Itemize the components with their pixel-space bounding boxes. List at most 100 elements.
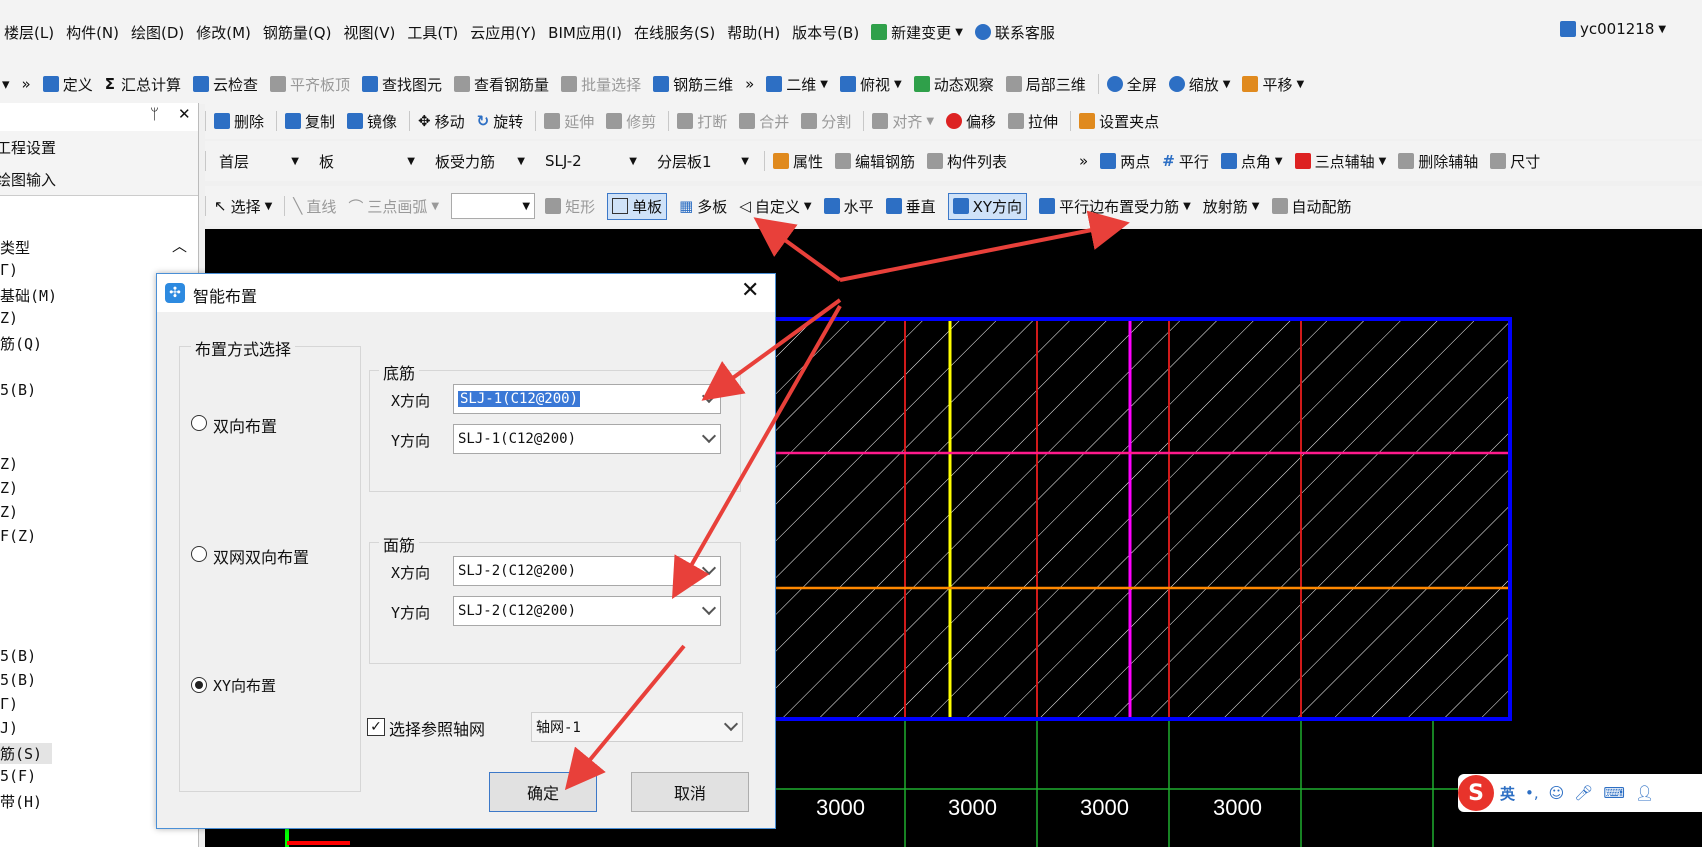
new-change-button[interactable]: 新建变更 ▼ bbox=[871, 22, 963, 43]
menu-rebar-qty[interactable]: 钢筋量(Q) bbox=[263, 22, 332, 43]
xy-direction-button[interactable]: XY方向 bbox=[947, 192, 1028, 220]
define-button[interactable]: 定义 bbox=[42, 74, 93, 95]
split-button[interactable]: 分割 bbox=[801, 111, 851, 132]
copy-button[interactable]: 复制 bbox=[285, 111, 335, 132]
properties-button[interactable]: 属性 bbox=[773, 151, 823, 172]
menu-cloud[interactable]: 云应用(Y) bbox=[470, 22, 536, 43]
view-rebar-button[interactable]: 查看钢筋量 bbox=[454, 74, 549, 95]
parallel-axis-button[interactable]: # 平行 bbox=[1162, 151, 1209, 172]
rotate-button[interactable]: ↻ 旋转 bbox=[477, 111, 524, 132]
rectangle-button[interactable]: 矩形 bbox=[545, 196, 595, 217]
menu-floor[interactable]: 楼层(L) bbox=[4, 22, 54, 43]
tree-item[interactable]: Γ) bbox=[0, 695, 18, 713]
tree-item[interactable]: 5(F) bbox=[0, 767, 36, 785]
vertical-button[interactable]: 垂直 bbox=[885, 196, 936, 217]
component-name-select[interactable]: SLJ-2 ▼ bbox=[540, 148, 642, 174]
bottom-x-select[interactable]: SLJ-1(C12@200) bbox=[453, 384, 721, 414]
fullscreen-button[interactable]: 全屏 bbox=[1106, 74, 1157, 95]
align-dropdown[interactable]: 对齐 ▼ bbox=[872, 111, 934, 132]
zoom-dropdown[interactable]: 缩放 ▼ bbox=[1168, 74, 1230, 95]
custom-dropdown[interactable]: ◁ 自定义 ▼ bbox=[739, 196, 811, 217]
extend-button[interactable]: 延伸 bbox=[544, 111, 594, 132]
menu-component[interactable]: 构件(N) bbox=[66, 22, 119, 43]
drawing-input-tab[interactable]: 绘图输入 bbox=[0, 163, 198, 196]
user-menu-icon[interactable]: 👤︎ bbox=[1635, 784, 1654, 802]
emoji-icon[interactable]: ☺ bbox=[1549, 784, 1565, 802]
set-grip-button[interactable]: 设置夹点 bbox=[1079, 111, 1159, 132]
point-angle-dropdown[interactable]: 点角 ▼ bbox=[1220, 151, 1283, 172]
select-dropdown[interactable]: ↖ 选择 ▼ bbox=[214, 196, 272, 217]
radial-rebar-dropdown[interactable]: 放射筋 ▼ bbox=[1203, 196, 1260, 217]
delete-button[interactable]: 删除 bbox=[214, 111, 264, 132]
ref-grid-select[interactable]: 轴网-1 bbox=[531, 712, 743, 742]
menu-modify[interactable]: 修改(M) bbox=[196, 22, 251, 43]
menu-help[interactable]: 帮助(H) bbox=[727, 22, 780, 43]
two-point-axis-button[interactable]: 两点 bbox=[1100, 151, 1150, 172]
layer-select[interactable]: 分层板1 ▼ bbox=[652, 148, 754, 174]
ime-toolbar[interactable]: S 英 •, ☺ 🎤︎ ⌨ 👤︎ bbox=[1458, 774, 1702, 812]
radio-double-net[interactable] bbox=[191, 546, 207, 562]
overflow-icon[interactable]: » bbox=[1079, 152, 1088, 170]
cloud-check-button[interactable]: 云检查 bbox=[193, 74, 258, 95]
component-list-button[interactable]: 构件列表 bbox=[927, 151, 1007, 172]
line-button[interactable]: ╲ 直线 bbox=[293, 196, 336, 217]
merge-button[interactable]: 合并 bbox=[739, 111, 789, 132]
delete-axis-button[interactable]: 删除辅轴 bbox=[1398, 151, 1478, 172]
tree-item[interactable]: 带(H) bbox=[0, 791, 42, 812]
tree-item[interactable]: J) bbox=[0, 719, 18, 737]
tree-item[interactable]: Z) bbox=[0, 503, 18, 521]
dialog-titlebar[interactable]: ✣ 智能布置 ✕ bbox=[157, 274, 775, 312]
top-y-select[interactable]: SLJ-2(C12@200) bbox=[453, 596, 721, 626]
menu-version[interactable]: 版本号(B) bbox=[792, 22, 859, 43]
more-chevron-icon[interactable]: ▾ bbox=[2, 75, 10, 93]
multi-slab-button[interactable]: ▦ 多板 bbox=[679, 196, 727, 217]
tree-item[interactable]: 筋(Q) bbox=[0, 333, 42, 354]
edit-rebar-button[interactable]: 编辑钢筋 bbox=[835, 151, 915, 172]
punctuation-icon[interactable]: •, bbox=[1525, 784, 1539, 802]
horizontal-button[interactable]: 水平 bbox=[823, 196, 874, 217]
ime-lang-toggle[interactable]: 英 bbox=[1500, 783, 1515, 804]
single-slab-button[interactable]: 单板 bbox=[607, 192, 668, 220]
tree-item[interactable]: 基础(M) bbox=[0, 285, 57, 306]
local-3d-button[interactable]: 局部三维 bbox=[1005, 74, 1086, 95]
ok-button[interactable]: 确定 bbox=[489, 772, 597, 812]
auto-rebar-button[interactable]: 自动配筋 bbox=[1271, 196, 1352, 217]
dimension-button[interactable]: 尺寸 bbox=[1490, 151, 1540, 172]
user-account[interactable]: yc001218 ▼ bbox=[1560, 20, 1666, 38]
project-settings-tab[interactable]: 工程设置 bbox=[0, 131, 198, 164]
ref-grid-checkbox[interactable]: ✓ bbox=[367, 718, 385, 736]
sum-calc-button[interactable]: Σ 汇总计算 bbox=[105, 74, 181, 95]
menu-tools[interactable]: 工具(T) bbox=[407, 22, 458, 43]
menu-view[interactable]: 视图(V) bbox=[343, 22, 395, 43]
flush-slab-button[interactable]: 平齐板顶 bbox=[270, 74, 350, 95]
top-view-dropdown[interactable]: 俯视 ▼ bbox=[840, 74, 902, 95]
pin-icon[interactable]: ᛘ bbox=[150, 105, 159, 123]
close-icon[interactable]: ✕ bbox=[741, 278, 759, 303]
tree-item[interactable]: 5(B) bbox=[0, 381, 36, 399]
overflow-icon[interactable]: » bbox=[745, 75, 754, 93]
tree-item[interactable]: Z) bbox=[0, 479, 18, 497]
tree-item[interactable]: Z) bbox=[0, 309, 18, 327]
menu-bim[interactable]: BIM应用(I) bbox=[548, 22, 622, 43]
tree-item[interactable]: F(Z) bbox=[0, 527, 36, 545]
move-button[interactable]: ✥ 移动 bbox=[418, 111, 465, 132]
overflow-icon[interactable]: » bbox=[22, 75, 31, 93]
keyboard-icon[interactable]: ⌨ bbox=[1603, 784, 1625, 802]
parallel-edge-dropdown[interactable]: 平行边布置受力筋 ▼ bbox=[1039, 196, 1191, 217]
radio-two-way[interactable] bbox=[191, 415, 207, 431]
component-type-select[interactable]: 板 ▼ bbox=[314, 148, 420, 174]
draw-option-select[interactable]: ▼ bbox=[451, 193, 536, 219]
trim-button[interactable]: 修剪 bbox=[606, 111, 656, 132]
menu-draw[interactable]: 绘图(D) bbox=[131, 22, 184, 43]
floor-select[interactable]: 首层 ▼ bbox=[214, 148, 304, 174]
rebar-3d-button[interactable]: 钢筋三维 bbox=[653, 74, 733, 95]
offset-button[interactable]: 偏移 bbox=[946, 111, 996, 132]
view-2d-dropdown[interactable]: 二维 ▼ bbox=[766, 74, 828, 95]
top-x-select[interactable]: SLJ-2(C12@200) bbox=[453, 556, 721, 586]
find-element-button[interactable]: 查找图元 bbox=[362, 74, 442, 95]
three-point-axis-dropdown[interactable]: 三点辅轴 ▼ bbox=[1294, 151, 1386, 172]
tree-item[interactable]: Γ) bbox=[0, 261, 18, 279]
tree-item[interactable]: 5(B) bbox=[0, 671, 36, 689]
arc-dropdown[interactable]: ⌒ 三点画弧 ▼ bbox=[348, 196, 439, 217]
mirror-button[interactable]: 镜像 bbox=[347, 111, 397, 132]
